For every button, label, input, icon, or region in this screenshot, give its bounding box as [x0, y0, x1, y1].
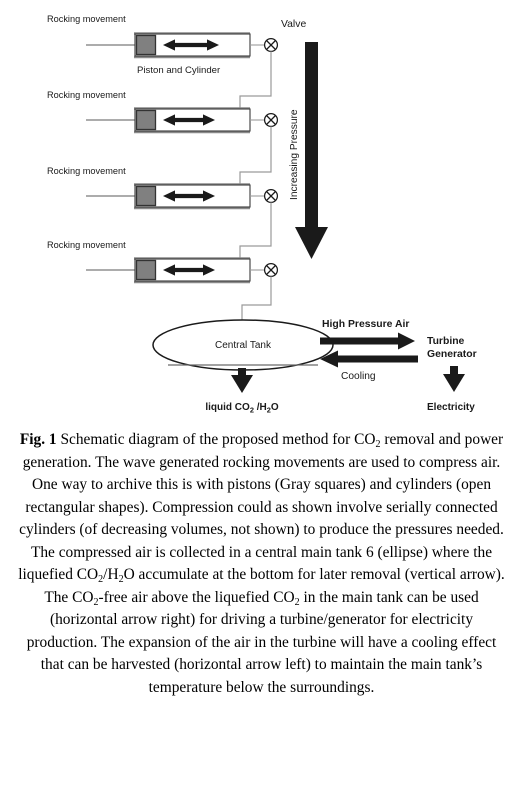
- caption-sub-1: 2: [375, 439, 381, 450]
- cooling-label: Cooling: [341, 371, 376, 382]
- increasing-pressure-label: Increasing Pressure: [289, 109, 300, 200]
- valve-symbol-2[interactable]: [263, 112, 279, 128]
- piston-square-3: [135, 185, 157, 207]
- caption-part-2: removal and power generation. The wave g…: [18, 431, 504, 583]
- high-pressure-air-label: High Pressure Air: [322, 319, 409, 330]
- central-tank: Central Tank: [152, 319, 334, 371]
- rocking-movement-label-2: Rocking movement: [47, 90, 126, 100]
- valve-label: Valve: [281, 19, 306, 30]
- figure-caption-area: Fig. 1 Schematic diagram of the proposed…: [0, 425, 523, 810]
- schematic-diagram-svg: Rocking movement Valve Piston and Cylind…: [0, 0, 523, 425]
- piston-square-4: [135, 259, 157, 281]
- turbine-label-line1: Turbine: [427, 336, 465, 347]
- caption-sub-5: 2: [294, 596, 300, 608]
- central-tank-label: Central Tank: [215, 340, 272, 351]
- figure-number: Fig. 1: [19, 431, 57, 448]
- valve-symbol-4[interactable]: [263, 262, 279, 278]
- figure-container: Rocking movement Valve Piston and Cylind…: [0, 0, 523, 810]
- caption-part-1: Schematic diagram of the proposed method…: [56, 431, 376, 448]
- caption-sub-4: 2: [93, 596, 99, 608]
- caption-part-5: -free air above the liquefied CO: [98, 588, 295, 606]
- figure-caption: Fig. 1 Schematic diagram of the proposed…: [16, 425, 507, 699]
- schematic-diagram: Rocking movement Valve Piston and Cylind…: [0, 0, 523, 425]
- electricity-label: Electricity: [427, 402, 475, 413]
- piston-and-cylinder-label: Piston and Cylinder: [137, 65, 221, 76]
- rocking-movement-label-1: Rocking movement: [47, 14, 126, 24]
- valve-symbol-3[interactable]: [263, 188, 279, 204]
- caption-sub-3: 2: [118, 574, 124, 585]
- turbine-label-line2: Generator: [427, 349, 477, 360]
- piston-square-1: [135, 34, 157, 56]
- rocking-movement-label-3: Rocking movement: [47, 166, 126, 176]
- valve-symbol-1[interactable]: [263, 37, 279, 53]
- caption-sub-2: 2: [98, 574, 104, 585]
- rocking-movement-label-4: Rocking movement: [47, 240, 126, 250]
- caption-part-3: /H: [103, 566, 119, 583]
- piston-square-2: [135, 109, 157, 131]
